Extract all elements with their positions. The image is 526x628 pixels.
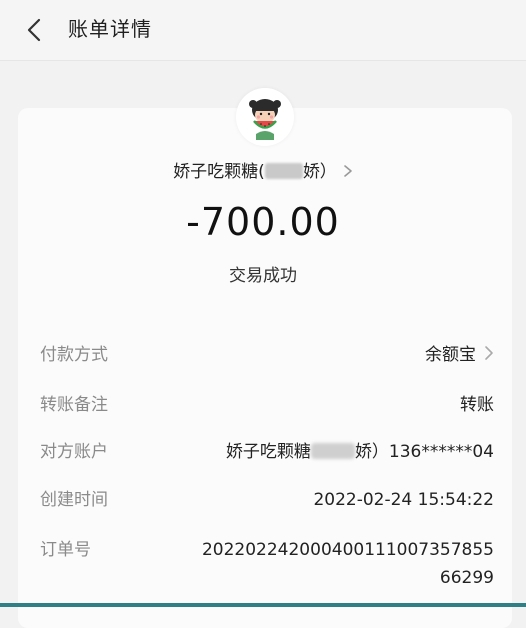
- counterparty-name-suffix: 娇）: [302, 162, 337, 182]
- avatar[interactable]: [236, 88, 294, 146]
- counterparty-name[interactable]: 娇子吃颗糖( 娇）: [0, 158, 526, 186]
- account-value-prefix: 娇子吃颗糖: [225, 442, 311, 462]
- transaction-amount: -700.00: [186, 200, 340, 244]
- order-number-value: 20220224200040011100735785566299: [201, 540, 494, 588]
- chevron-left-icon: [27, 18, 41, 42]
- created-time-label: 创建时间: [40, 490, 108, 510]
- payment-method-label: 付款方式: [40, 345, 108, 365]
- chevron-right-icon: [485, 346, 493, 360]
- payment-method-text: 余额宝: [425, 345, 476, 365]
- counterparty-name-prefix: 娇子吃颗糖(: [173, 162, 265, 182]
- app-header: 账单详情: [0, 0, 526, 60]
- note-label: 转账备注: [40, 395, 108, 415]
- account-value: 娇子吃颗糖 娇）136******04: [226, 438, 494, 466]
- back-button[interactable]: [14, 10, 54, 50]
- order-number-label: 订单号: [40, 540, 91, 560]
- watermelon-girl-avatar-icon: [236, 88, 294, 146]
- masked-name-blur: [264, 163, 303, 179]
- chevron-right-icon: [344, 165, 352, 177]
- created-time-value: 2022-02-24 15:54:22: [313, 490, 494, 510]
- bottom-edge: [0, 603, 526, 607]
- account-value-suffix: 娇）136******04: [354, 442, 494, 462]
- note-value: 转账: [460, 395, 494, 415]
- header-divider: [0, 60, 526, 61]
- account-label: 对方账户: [40, 442, 108, 462]
- page-title: 账单详情: [68, 17, 152, 41]
- masked-account-blur: [310, 443, 355, 459]
- transaction-status: 交易成功: [229, 266, 297, 286]
- payment-method-value: 余额宝: [425, 341, 494, 369]
